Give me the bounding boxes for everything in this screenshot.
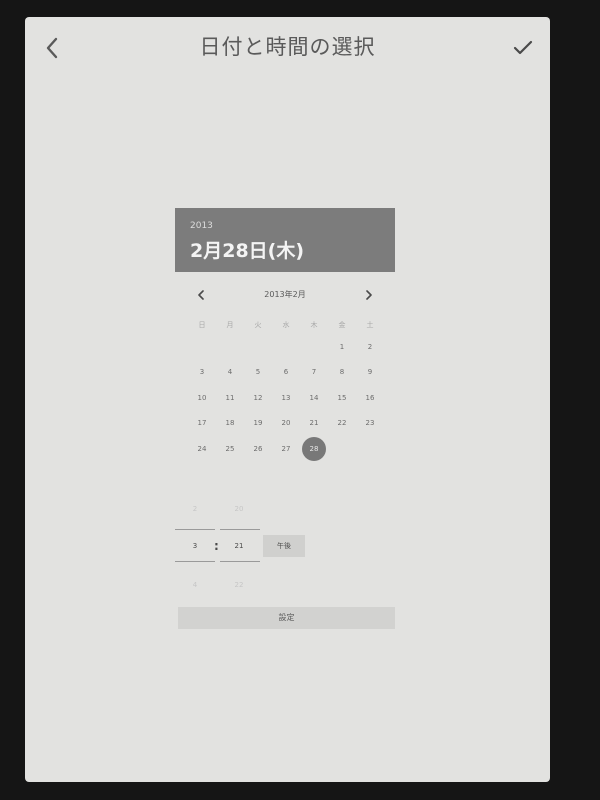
calendar-day[interactable]: 9 [358,360,382,384]
calendar-day[interactable]: 10 [190,386,214,410]
weekday-label: 水 [282,321,290,329]
next-month-button[interactable] [360,287,378,303]
calendar-day[interactable]: 12 [246,386,270,410]
hour-value[interactable]: 3 [183,542,207,550]
calendar-day[interactable]: 13 [274,386,298,410]
weekday-label: 土 [366,321,374,329]
hour-next[interactable]: 4 [183,581,207,589]
calendar-day[interactable]: 2 [358,335,382,359]
minute-divider-bottom [220,561,260,562]
check-icon [513,40,533,55]
calendar-day[interactable]: 20 [274,411,298,435]
page-title: 日付と時間の選択 [199,35,376,59]
ampm-toggle[interactable]: 午後 [263,535,305,557]
calendar-day[interactable]: 1 [330,335,354,359]
weekday-label: 金 [338,321,346,329]
calendar-day[interactable]: 22 [330,411,354,435]
minute-previous[interactable]: 20 [227,505,251,513]
weekday-label: 火 [254,321,262,329]
month-navigation: 2013年2月 [175,287,395,303]
confirm-button[interactable] [508,31,538,65]
calendar-day[interactable]: 14 [302,386,326,410]
calendar-day[interactable]: 25 [218,437,242,461]
calendar-day[interactable]: 11 [218,386,242,410]
hour-divider-top [175,529,215,530]
calendar-grid: 1 2 3 4 5 6 7 8 9 10 11 12 13 14 15 16 17 18 19 20 21 22 23 24 2… [175,339,395,469]
calendar-day[interactable]: 27 [274,437,298,461]
selected-date-header: 2013 2月28日(木) [175,208,395,272]
calendar-day[interactable]: 19 [246,411,270,435]
chevron-right-icon [366,290,372,300]
calendar-day[interactable]: 7 [302,360,326,384]
date-time-picker-screen: 日付と時間の選択 2013 2月28日(木) 2013年2月 日月火水木金土 1… [25,17,550,782]
hour-divider-bottom [175,561,215,562]
calendar-day[interactable]: 15 [330,386,354,410]
calendar-day[interactable]: 8 [330,360,354,384]
weekday-label: 月 [226,321,234,329]
calendar-day[interactable]: 24 [190,437,214,461]
minute-divider-top [220,529,260,530]
hour-previous[interactable]: 2 [183,505,207,513]
calendar-day[interactable]: 5 [246,360,270,384]
minute-next[interactable]: 22 [227,581,251,589]
calendar-day[interactable]: 18 [218,411,242,435]
time-picker: 2 20 3 : 21 午後 4 22 [175,497,395,597]
calendar-day[interactable]: 23 [358,411,382,435]
calendar-day[interactable]: 16 [358,386,382,410]
time-separator: : [214,539,219,553]
calendar-day[interactable]: 6 [274,360,298,384]
calendar-day-selected[interactable]: 28 [302,437,326,461]
calendar-day[interactable]: 17 [190,411,214,435]
calendar-day[interactable]: 3 [190,360,214,384]
selected-date[interactable]: 2月28日(木) [190,236,304,263]
weekday-label: 木 [310,321,318,329]
calendar-day[interactable]: 4 [218,360,242,384]
weekday-header: 日月火水木金土 [175,320,395,332]
calendar-day[interactable]: 21 [302,411,326,435]
selected-year[interactable]: 2013 [190,221,213,231]
weekday-label: 日 [198,321,206,329]
minute-value[interactable]: 21 [227,542,251,550]
set-button[interactable]: 設定 [178,607,395,629]
calendar-day[interactable]: 26 [246,437,270,461]
